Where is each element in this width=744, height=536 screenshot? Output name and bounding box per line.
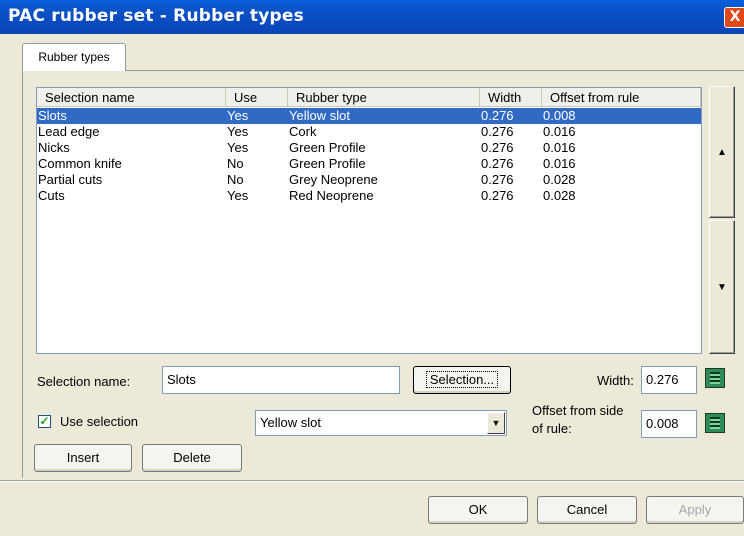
close-icon: X [729, 9, 741, 25]
selection-button[interactable]: Selection... [413, 366, 511, 394]
cell-selection-name: Common knife [38, 156, 122, 171]
close-button[interactable]: X [724, 7, 744, 28]
cell-width: 0.276 [481, 156, 514, 171]
table-row[interactable]: Cuts Yes Red Neoprene 0.276 0.028 [37, 188, 701, 204]
window-title: PAC rubber set - Rubber types [8, 6, 304, 26]
column-header-use[interactable]: Use [226, 88, 288, 107]
scroll-down-button[interactable]: ▼ [709, 220, 735, 354]
cell-offset: 0.016 [543, 156, 576, 171]
rubber-type-dropdown[interactable]: Yellow slot [255, 410, 507, 436]
calculator-icon[interactable] [705, 413, 725, 433]
cell-selection-name: Nicks [38, 140, 70, 155]
table-row[interactable]: Common knife No Green Profile 0.276 0.016 [37, 156, 701, 172]
cell-use: No [227, 156, 244, 171]
cell-selection-name: Slots [38, 108, 67, 123]
divider [0, 481, 744, 482]
width-input[interactable]: 0.276 [641, 366, 697, 394]
arrow-down-icon: ▼ [717, 282, 727, 293]
table-row[interactable]: Nicks Yes Green Profile 0.276 0.016 [37, 140, 701, 156]
selection-name-label: Selection name: [37, 374, 131, 389]
cell-offset: 0.016 [543, 140, 576, 155]
cell-use: No [227, 172, 244, 187]
cell-rubber-type: Yellow slot [289, 108, 350, 123]
cell-selection-name: Cuts [38, 188, 65, 203]
cell-rubber-type: Red Neoprene [289, 188, 374, 203]
table-row[interactable]: Lead edge Yes Cork 0.276 0.016 [37, 124, 701, 140]
cancel-button[interactable]: Cancel [537, 496, 637, 524]
offset-label-line2: of rule: [532, 421, 572, 436]
selection-button-label: Selection... [425, 371, 499, 388]
column-header-selection-name[interactable]: Selection name [37, 88, 226, 107]
use-selection-label: Use selection [60, 414, 139, 429]
title-bar[interactable]: PAC rubber set - Rubber types X [0, 0, 744, 34]
cell-width: 0.276 [481, 124, 514, 139]
cell-width: 0.276 [481, 140, 514, 155]
cell-use: Yes [227, 188, 249, 203]
cell-rubber-type: Cork [289, 124, 317, 139]
column-header-offset[interactable]: Offset from rule [542, 88, 701, 107]
cell-offset: 0.008 [543, 108, 576, 123]
apply-button[interactable]: Apply [646, 496, 744, 524]
delete-button[interactable]: Delete [142, 444, 242, 472]
cell-use: Yes [227, 124, 249, 139]
cell-use: Yes [227, 108, 249, 123]
selection-name-input[interactable]: Slots [162, 366, 400, 394]
insert-button[interactable]: Insert [34, 444, 132, 472]
arrow-up-icon: ▲ [717, 147, 727, 158]
dialog-window: PAC rubber set - Rubber types X Rubber t… [0, 0, 744, 536]
column-header-rubber-type[interactable]: Rubber type [288, 88, 480, 107]
offset-input[interactable]: 0.008 [641, 410, 697, 438]
offset-label-line1: Offset from side [532, 403, 624, 418]
cell-rubber-type: Green Profile [289, 156, 366, 171]
cell-rubber-type: Grey Neoprene [289, 172, 378, 187]
cell-width: 0.276 [481, 172, 514, 187]
rubber-types-list[interactable]: Selection name Use Rubber type Width Off… [36, 87, 702, 354]
cell-use: Yes [227, 140, 249, 155]
width-label: Width: [597, 373, 634, 388]
scroll-up-button[interactable]: ▲ [709, 86, 735, 218]
ok-button[interactable]: OK [428, 496, 528, 524]
cell-offset: 0.016 [543, 124, 576, 139]
cell-offset: 0.028 [543, 172, 576, 187]
tab-rubber-types[interactable]: Rubber types [22, 43, 126, 71]
cell-width: 0.276 [481, 108, 514, 123]
table-row[interactable]: Slots Yes Yellow slot 0.276 0.008 [37, 108, 701, 124]
table-row[interactable]: Partial cuts No Grey Neoprene 0.276 0.028 [37, 172, 701, 188]
cell-selection-name: Partial cuts [38, 172, 103, 187]
cell-offset: 0.028 [543, 188, 576, 203]
cell-selection-name: Lead edge [38, 124, 100, 139]
cell-rubber-type: Green Profile [289, 140, 366, 155]
calculator-icon[interactable] [705, 368, 725, 388]
chevron-down-icon[interactable]: ▼ [487, 412, 505, 434]
use-selection-checkbox[interactable]: ✓ [38, 415, 51, 428]
column-header-width[interactable]: Width [480, 88, 542, 107]
cell-width: 0.276 [481, 188, 514, 203]
